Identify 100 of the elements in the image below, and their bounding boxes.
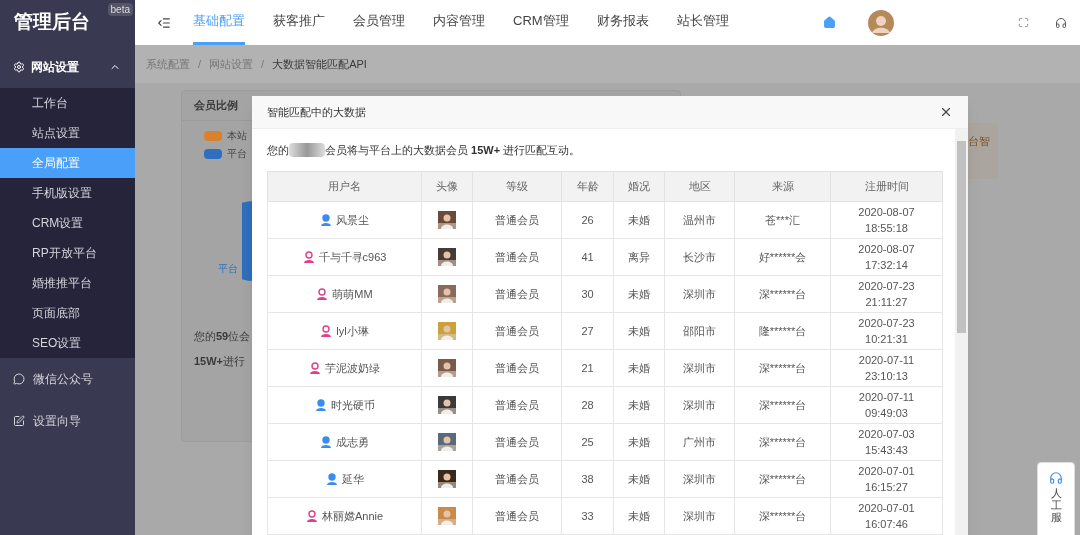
nav-tab[interactable]: CRM管理 bbox=[513, 0, 569, 45]
column-header: 来源 bbox=[734, 171, 831, 202]
person-icon bbox=[309, 362, 321, 374]
sidebar-item[interactable]: RP开放平台 bbox=[0, 238, 135, 268]
person-icon bbox=[305, 510, 318, 522]
table-cell: 深******台 bbox=[734, 275, 831, 313]
table-cell: 30 bbox=[561, 275, 614, 313]
sidebar-item[interactable]: 手机版设置 bbox=[0, 178, 135, 208]
table-cell: 2020-07-23 10:21:31 bbox=[830, 312, 943, 350]
nav-tab[interactable]: 财务报表 bbox=[596, 0, 649, 45]
column-header: 等级 bbox=[472, 171, 562, 202]
person-icon bbox=[320, 214, 332, 226]
sidebar-item[interactable]: 页面底部 bbox=[0, 298, 135, 328]
table-cell: 普通会员 bbox=[472, 275, 562, 313]
close-icon[interactable] bbox=[939, 105, 953, 119]
intro-text: 您的 bbox=[267, 142, 289, 158]
headset-icon[interactable] bbox=[1055, 16, 1067, 29]
person-icon bbox=[316, 288, 329, 300]
user-name[interactable]: 成志勇 bbox=[336, 433, 369, 451]
app-title: 管理后台 bbox=[14, 10, 90, 35]
sidebar-item[interactable]: SEO设置 bbox=[0, 328, 135, 358]
beta-tag: beta bbox=[107, 3, 133, 16]
table-cell: 未婚 bbox=[613, 497, 665, 535]
home-icon[interactable] bbox=[823, 16, 836, 29]
nav-tab[interactable]: 会员管理 bbox=[353, 0, 405, 45]
table-cell: 2020-07-01 16:07:46 bbox=[830, 497, 943, 535]
table-cell: 未婚 bbox=[613, 275, 665, 313]
person-icon bbox=[325, 473, 338, 485]
table-cell: 2020-07-01 16:15:27 bbox=[830, 460, 943, 498]
table-cell: 普通会员 bbox=[472, 238, 562, 276]
table-cell: 2020-07-23 21:11:27 bbox=[830, 275, 943, 313]
table-cell: 2020-07-03 15:43:43 bbox=[830, 423, 943, 461]
table-cell: 未婚 bbox=[613, 423, 665, 461]
support-button[interactable]: 人工服 bbox=[1037, 462, 1075, 535]
column-header: 地区 bbox=[664, 171, 735, 202]
table-cell: 2020-07-11 23:10:13 bbox=[830, 349, 943, 387]
person-icon bbox=[320, 436, 332, 448]
table-cell: 2020-07-11 09:49:03 bbox=[830, 386, 943, 424]
table-cell: 苍***汇 bbox=[734, 201, 831, 239]
column-header: 年龄 bbox=[561, 171, 614, 202]
table-cell: 深圳市 bbox=[664, 460, 735, 498]
table-cell: 深******台 bbox=[734, 423, 831, 461]
sidebar-item[interactable]: 工作台 bbox=[0, 88, 135, 118]
table-cell: 普通会员 bbox=[472, 312, 562, 350]
table-cell: 25 bbox=[561, 423, 614, 461]
sidebar-item[interactable]: 婚推推平台 bbox=[0, 268, 135, 298]
sidebar-item[interactable]: 站点设置 bbox=[0, 118, 135, 148]
table-cell: 27 bbox=[561, 312, 614, 350]
table-cell: 深圳市 bbox=[664, 386, 735, 424]
user-name[interactable]: lyl小琳 bbox=[336, 322, 369, 340]
table-cell: 普通会员 bbox=[472, 460, 562, 498]
fullscreen-icon[interactable] bbox=[1018, 17, 1029, 28]
table-cell: 未婚 bbox=[613, 460, 665, 498]
card-title: 会员比例 bbox=[194, 98, 238, 114]
menu-icon[interactable] bbox=[157, 15, 171, 30]
table-cell: 未婚 bbox=[613, 312, 665, 350]
scrollbar[interactable] bbox=[955, 129, 968, 535]
user-name[interactable]: 风景尘 bbox=[336, 211, 369, 229]
table-cell: 未婚 bbox=[613, 201, 665, 239]
table-cell: 深圳市 bbox=[664, 349, 735, 387]
side-note: 台智 bbox=[968, 135, 990, 147]
person-icon bbox=[314, 399, 327, 411]
table-cell: 隆******台 bbox=[734, 312, 831, 350]
table-cell: 邵阳市 bbox=[664, 312, 735, 350]
table-cell: 深圳市 bbox=[664, 275, 735, 313]
column-header: 注册时间 bbox=[830, 171, 943, 202]
column-header: 用户名 bbox=[267, 171, 422, 202]
table-cell: 26 bbox=[561, 201, 614, 239]
user-name[interactable]: 萌萌MM bbox=[332, 285, 373, 303]
avatar[interactable] bbox=[868, 9, 894, 36]
nav-tab[interactable]: 站长管理 bbox=[676, 0, 729, 45]
sidebar-item[interactable]: 微信公众号 bbox=[0, 358, 135, 400]
table-cell: 38 bbox=[561, 460, 614, 498]
legend-label: 平台 bbox=[227, 147, 247, 161]
table-cell: 2020-08-07 18:55:18 bbox=[830, 201, 943, 239]
user-name[interactable]: 延华 bbox=[341, 470, 364, 488]
intro-text: 会员将与平台上的大数据会员 15W+ 进行匹配互动。 bbox=[325, 142, 581, 158]
column-header: 头像 bbox=[421, 171, 473, 202]
user-name[interactable]: 时光硬币 bbox=[330, 396, 375, 414]
user-name[interactable]: 千与千寻c963 bbox=[318, 248, 387, 266]
sidebar-item[interactable]: CRM设置 bbox=[0, 208, 135, 238]
card-note: 15W+进行 bbox=[194, 353, 246, 369]
user-name[interactable]: 芋泥波奶绿 bbox=[325, 359, 380, 377]
table-cell: 33 bbox=[561, 497, 614, 535]
nav-tab[interactable]: 内容管理 bbox=[433, 0, 485, 45]
sidebar-item[interactable]: 设置向导 bbox=[0, 400, 135, 442]
chat-icon bbox=[13, 373, 25, 385]
table-cell: 离异 bbox=[613, 238, 665, 276]
menu-group[interactable]: 网站设置 bbox=[0, 45, 135, 88]
table-cell: 深******台 bbox=[734, 349, 831, 387]
gear-icon bbox=[13, 60, 25, 73]
column-header: 婚况 bbox=[613, 171, 665, 202]
table-cell: 2020-08-07 17:32:14 bbox=[830, 238, 943, 276]
person-icon bbox=[302, 251, 315, 263]
table-cell: 未婚 bbox=[613, 349, 665, 387]
table-cell: 21 bbox=[561, 349, 614, 387]
user-name[interactable]: 林丽嫦Annie bbox=[321, 507, 384, 525]
breadcrumb-item: 大数据智能匹配API bbox=[272, 56, 367, 72]
nav-tab[interactable]: 获客推广 bbox=[273, 0, 325, 45]
table-cell: 广州市 bbox=[664, 423, 735, 461]
